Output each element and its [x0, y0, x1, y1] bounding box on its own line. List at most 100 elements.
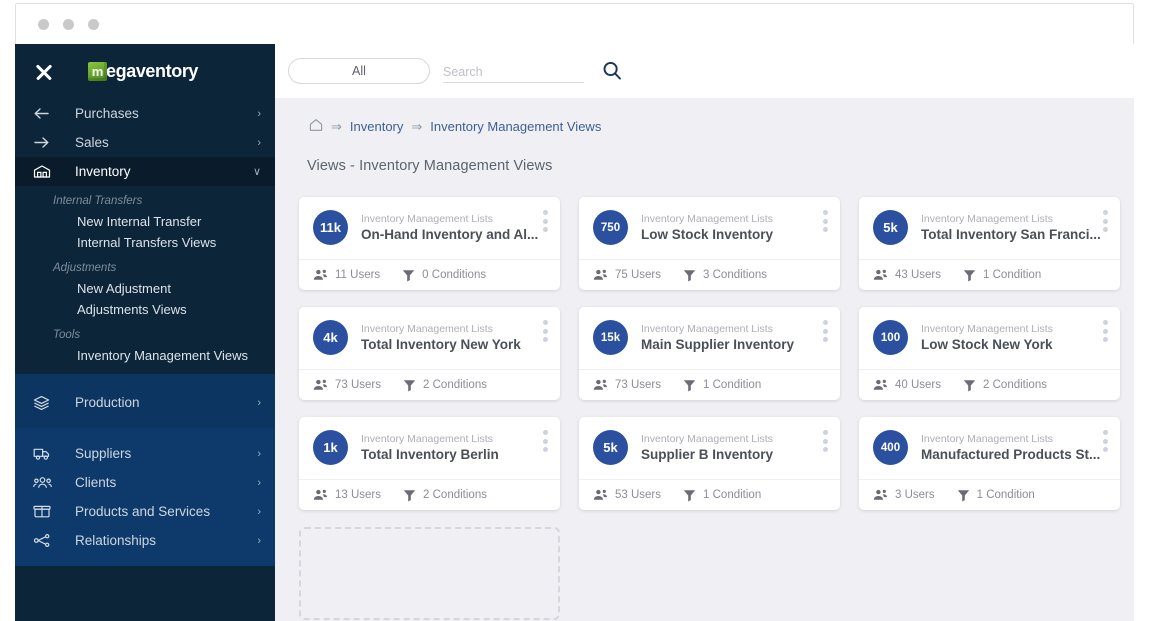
kebab-menu-icon[interactable]	[543, 210, 548, 232]
chevron-right-icon: ›	[257, 447, 261, 460]
view-card-header: 400 Inventory Management Lists Manufactu…	[859, 417, 1120, 465]
view-card[interactable]: 400 Inventory Management Lists Manufactu…	[859, 417, 1120, 510]
view-card[interactable]: 5k Inventory Management Lists Total Inve…	[859, 197, 1120, 290]
view-card-users-label: 3 Users	[895, 489, 935, 501]
view-card-footer: 11 Users 0 Conditions	[299, 259, 560, 290]
view-card[interactable]: 4k Inventory Management Lists Total Inve…	[299, 307, 560, 400]
view-card-users: 75 Users	[593, 269, 661, 281]
people-icon	[593, 379, 608, 391]
view-card-users-label: 43 Users	[895, 269, 942, 281]
sidebar-item-sales[interactable]: Sales ›	[15, 128, 275, 157]
view-card-footer: 13 Users 2 Conditions	[299, 479, 560, 510]
view-card-conditions-label: 0 Conditions	[422, 269, 487, 281]
search-field-wrapper[interactable]	[443, 60, 584, 83]
window-dot-minimize[interactable]	[63, 18, 74, 30]
view-card[interactable]: 1k Inventory Management Lists Total Inve…	[299, 417, 560, 510]
view-card-title: Low Stock New York	[921, 337, 1053, 352]
sidebar-section-production: Production ›	[15, 374, 275, 428]
view-card-users: 40 Users	[873, 379, 941, 391]
home-icon[interactable]	[309, 118, 323, 135]
sidebar-item-purchases[interactable]: Purchases ›	[15, 99, 275, 128]
megaventory-box-icon: m	[88, 62, 107, 81]
people-icon	[873, 269, 888, 281]
submenu-item-new-adjustment[interactable]: New Adjustment	[15, 278, 275, 299]
breadcrumb-arrow-icon: ⇒	[411, 118, 423, 134]
view-card-users: 53 Users	[593, 489, 661, 501]
view-card-count-badge: 11k	[313, 210, 348, 245]
view-card-users-label: 73 Users	[615, 379, 662, 391]
view-card-header: 15k Inventory Management Lists Main Supp…	[579, 307, 840, 355]
brand-logo[interactable]: m egaventory	[88, 61, 198, 82]
sidebar-item-products-and-services[interactable]: Products and Services ›	[15, 497, 275, 526]
kebab-menu-icon[interactable]	[543, 430, 548, 452]
submenu-group-title: Tools	[53, 329, 81, 341]
breadcrumb-item-inventory[interactable]: Inventory	[350, 119, 403, 134]
view-card[interactable]: 100 Inventory Management Lists Low Stock…	[859, 307, 1120, 400]
layers-icon	[33, 395, 55, 411]
submenu-item-adjustments-views[interactable]: Adjustments Views	[15, 299, 275, 320]
view-card-conditions-label: 2 Conditions	[423, 489, 487, 501]
view-card-count-badge: 5k	[593, 430, 628, 465]
chevron-right-icon: ›	[257, 505, 261, 518]
window-titlebar	[15, 3, 1134, 44]
chevron-right-icon: ›	[257, 476, 261, 489]
window-dot-maximize[interactable]	[88, 18, 99, 30]
kebab-menu-icon[interactable]	[1103, 210, 1108, 232]
view-card-users-label: 11 Users	[335, 269, 381, 281]
view-card-title: Low Stock Inventory	[641, 227, 774, 242]
search-input[interactable]	[443, 64, 584, 82]
warehouse-icon	[33, 164, 55, 179]
arrow-right-icon	[33, 135, 55, 150]
view-card-conditions: 0 Conditions	[402, 269, 486, 282]
kebab-menu-icon[interactable]	[823, 430, 828, 452]
people-icon	[593, 269, 608, 281]
kebab-menu-icon[interactable]	[823, 210, 828, 232]
view-card-conditions: 2 Conditions	[403, 379, 487, 392]
filter-icon	[957, 489, 970, 502]
filter-icon	[683, 379, 696, 392]
window-dot-close[interactable]	[38, 18, 49, 30]
view-card-conditions-label: 2 Conditions	[423, 379, 487, 391]
view-card[interactable]: 750 Inventory Management Lists Low Stock…	[579, 197, 840, 290]
filter-all-button[interactable]: All	[288, 58, 430, 84]
view-card-title: Main Supplier Inventory	[641, 337, 795, 352]
people-icon	[593, 489, 608, 501]
view-card[interactable]: 15k Inventory Management Lists Main Supp…	[579, 307, 840, 400]
people-icon	[313, 379, 328, 391]
view-card[interactable]: 11k Inventory Management Lists On-Hand I…	[299, 197, 560, 290]
kebab-menu-icon[interactable]	[823, 320, 828, 342]
submenu-item-internal-transfers-views[interactable]: Internal Transfers Views	[15, 232, 275, 253]
sidebar-item-suppliers[interactable]: Suppliers ›	[15, 439, 275, 468]
submenu-item-inventory-management-views[interactable]: Inventory Management Views	[15, 345, 275, 366]
view-card-users: 3 Users	[873, 489, 935, 501]
view-card-header: 11k Inventory Management Lists On-Hand I…	[299, 197, 560, 245]
view-card[interactable]: 5k Inventory Management Lists Supplier B…	[579, 417, 840, 510]
app-root: m egaventory Purchases › Sales › Invento…	[0, 0, 1149, 621]
view-card-footer: 73 Users 2 Conditions	[299, 369, 560, 400]
search-icon[interactable]	[601, 60, 623, 82]
sidebar-section-entities: Suppliers › Clients › Products and Servi…	[15, 428, 275, 566]
kebab-menu-icon[interactable]	[543, 320, 548, 342]
chevron-right-icon: ›	[257, 136, 261, 149]
people-icon	[873, 489, 888, 501]
view-card-title: Supplier B Inventory	[641, 447, 774, 462]
close-icon[interactable]	[33, 61, 55, 83]
sidebar-item-clients[interactable]: Clients ›	[15, 468, 275, 497]
sidebar-item-inventory[interactable]: Inventory ∨	[15, 157, 275, 186]
view-card-footer: 53 Users 1 Condition	[579, 479, 840, 510]
view-card-header: 5k Inventory Management Lists Total Inve…	[859, 197, 1120, 245]
view-card-header: 1k Inventory Management Lists Total Inve…	[299, 417, 560, 465]
add-view-card[interactable]	[299, 527, 560, 620]
submenu-item-new-internal-transfer[interactable]: New Internal Transfer	[15, 211, 275, 232]
view-card-conditions-label: 1 Condition	[703, 379, 762, 391]
sidebar-item-production[interactable]: Production ›	[15, 388, 275, 417]
view-card-title: Total Inventory San Franci...	[921, 227, 1101, 242]
people-icon	[313, 489, 328, 501]
filter-icon	[402, 269, 415, 282]
sidebar-item-relationships[interactable]: Relationships ›	[15, 526, 275, 555]
breadcrumb-item-inventory-management-views[interactable]: Inventory Management Views	[430, 119, 601, 134]
arrow-left-icon	[33, 106, 55, 121]
kebab-menu-icon[interactable]	[1103, 320, 1108, 342]
kebab-menu-icon[interactable]	[1103, 430, 1108, 452]
